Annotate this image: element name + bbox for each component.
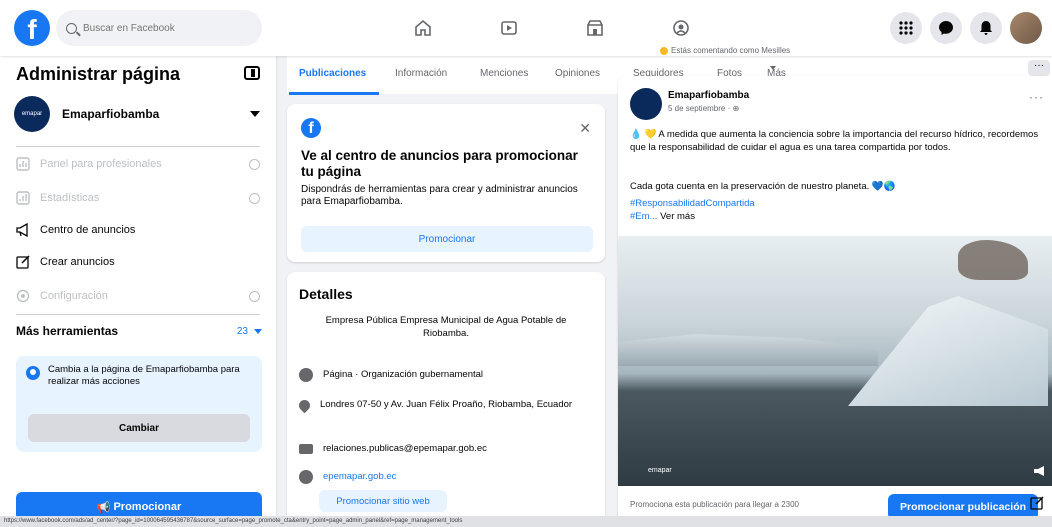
- messenger-icon[interactable]: [930, 12, 962, 44]
- sidebar-item-label: Configuración: [40, 290, 108, 302]
- post-date[interactable]: 5 de septiembre · ⊕: [668, 104, 739, 113]
- page-switcher[interactable]: emapar Emaparfiobamba: [14, 94, 266, 134]
- post-video[interactable]: emapar: [618, 236, 1052, 486]
- post-author[interactable]: Emaparfiobamba: [668, 90, 749, 101]
- post-see-more: #Em... Ver más: [630, 211, 695, 222]
- tab-publicaciones[interactable]: Publicaciones: [299, 68, 366, 79]
- info-icon[interactable]: [249, 158, 260, 170]
- switch-profile-text: Cambia a la página de Emaparfiobamba par…: [48, 364, 240, 387]
- sidebar-item-insights[interactable]: Estadísticas: [14, 184, 266, 212]
- details-email: relaciones.publicas@epemapar.gob.ec: [299, 442, 595, 455]
- sidebar-item-label: Centro de anuncios: [40, 224, 136, 236]
- compose-icon[interactable]: [1026, 492, 1048, 514]
- switch-profile-icon: [26, 366, 40, 380]
- globe-icon: [299, 470, 313, 484]
- switch-profile-card: Cambia a la página de Emaparfiobamba par…: [16, 356, 262, 452]
- ads-card-description: Dispondrás de herramientas para crear y …: [301, 184, 578, 207]
- ads-center-card: f ✕ Ve al centro de anuncios para promoc…: [287, 104, 605, 262]
- sidebar-item-create-ads[interactable]: Crear anuncios: [14, 248, 266, 276]
- email-icon: [299, 444, 313, 454]
- search-icon: [66, 22, 77, 34]
- divider: [16, 146, 260, 147]
- info-icon[interactable]: [249, 290, 260, 302]
- ads-promote-button[interactable]: Promocionar: [301, 226, 593, 252]
- image-rock: [958, 240, 1028, 280]
- location-pin-icon: [296, 397, 313, 414]
- details-category: Página · Organización gubernamental: [299, 368, 595, 382]
- sidebar-item-label: Estadísticas: [40, 192, 100, 204]
- more-tools-count: 23: [236, 325, 248, 337]
- more-options-icon[interactable]: ···: [1029, 90, 1044, 104]
- post-author-avatar[interactable]: [630, 88, 662, 120]
- dashboard-icon: [14, 155, 32, 173]
- megaphone-icon: [14, 221, 32, 239]
- megaphone-icon: 📢: [96, 501, 114, 514]
- details-description: Empresa Pública Empresa Municipal de Agu…: [325, 315, 567, 339]
- browser-status-url: https://www.facebook.com/ads/ad_center/?…: [0, 516, 1052, 527]
- page-avatar: emapar: [14, 96, 50, 132]
- switch-button[interactable]: Cambiar: [28, 414, 250, 442]
- more-tools-label: Más herramientas: [16, 324, 119, 338]
- details-card: Detalles Empresa Pública Empresa Municip…: [287, 272, 605, 527]
- close-icon[interactable]: ✕: [579, 120, 591, 137]
- video-watermark: emapar: [648, 467, 672, 474]
- see-more-link[interactable]: Ver más: [660, 211, 695, 222]
- home-icon[interactable]: [380, 0, 466, 56]
- settings-icon: [14, 287, 32, 305]
- lightbulb-icon: [660, 46, 668, 55]
- post-text-secondary: Cada gota cuenta en la preservación de n…: [630, 181, 896, 192]
- insights-icon: [14, 189, 32, 207]
- menu-grid-icon[interactable]: [890, 12, 922, 44]
- marketplace-icon[interactable]: [552, 0, 638, 56]
- edit-icon: [14, 253, 32, 271]
- sidebar-item-professional-dashboard[interactable]: Panel para profesionales: [14, 150, 266, 178]
- facebook-logo: f: [301, 118, 321, 138]
- sidebar-item-label: Crear anuncios: [40, 256, 115, 268]
- chevron-down-icon: [250, 111, 260, 117]
- volume-icon[interactable]: [1034, 466, 1044, 476]
- account-avatar[interactable]: [1010, 12, 1042, 44]
- details-address: Londres 07-50 y Av. Juan Félix Proaño, R…: [296, 397, 595, 414]
- manage-page-sidebar: Administrar página emapar Emaparfiobamba…: [0, 56, 276, 527]
- website-link[interactable]: epemapar.gob.ec: [323, 470, 396, 483]
- tab-opiniones[interactable]: Opiniones: [555, 68, 600, 79]
- post-promo-hint: Promociona esta publicación para llegar …: [630, 500, 799, 509]
- page-name: Emaparfiobamba: [62, 107, 160, 121]
- post-text: 💧 💛 A medida que aumenta la conciencia s…: [630, 129, 1039, 153]
- active-tab-indicator: [289, 92, 379, 95]
- post-card: Emaparfiobamba 5 de septiembre · ⊕ ··· 💧…: [618, 76, 1052, 527]
- info-icon: [299, 368, 313, 382]
- details-title: Detalles: [299, 286, 353, 302]
- sidebar-title: Administrar página: [16, 64, 181, 84]
- ads-card-title: Ve al centro de anuncios para promociona…: [301, 148, 578, 179]
- chevron-down-icon: [770, 66, 776, 70]
- hashtag-link[interactable]: #Em...: [630, 211, 657, 222]
- search-input[interactable]: [83, 22, 243, 34]
- sidebar-item-ads-center[interactable]: Centro de anuncios: [14, 216, 266, 244]
- more-tools-toggle[interactable]: Más herramientas 23: [16, 324, 262, 338]
- notifications-icon[interactable]: [970, 12, 1002, 44]
- hashtag-link[interactable]: #ResponsabilidadCompartida: [630, 198, 755, 209]
- sidebar-item-label: Panel para profesionales: [40, 158, 162, 170]
- image-glacier: [848, 296, 1048, 406]
- promote-website-button[interactable]: Promocionar sitio web: [319, 490, 447, 512]
- divider: [16, 314, 260, 315]
- watch-icon[interactable]: [466, 0, 552, 56]
- sidebar-item-settings[interactable]: Configuración: [14, 282, 266, 310]
- top-right-actions: [890, 12, 1042, 44]
- collapse-sidebar-icon[interactable]: [244, 66, 260, 80]
- top-navigation-bar: f: [0, 0, 1052, 56]
- info-icon[interactable]: [249, 192, 260, 204]
- comment-as-hint: Estás comentando como Mesilles: [660, 46, 790, 55]
- tab-informacion[interactable]: Información: [395, 68, 447, 79]
- image-ice-shelf: [618, 334, 878, 366]
- search-box[interactable]: [56, 10, 262, 46]
- more-options-icon[interactable]: ···: [1028, 60, 1050, 76]
- details-website: epemapar.gob.ec: [299, 470, 595, 484]
- facebook-logo[interactable]: f: [14, 10, 50, 46]
- chevron-down-icon: [254, 328, 262, 334]
- tab-menciones[interactable]: Menciones: [480, 68, 528, 79]
